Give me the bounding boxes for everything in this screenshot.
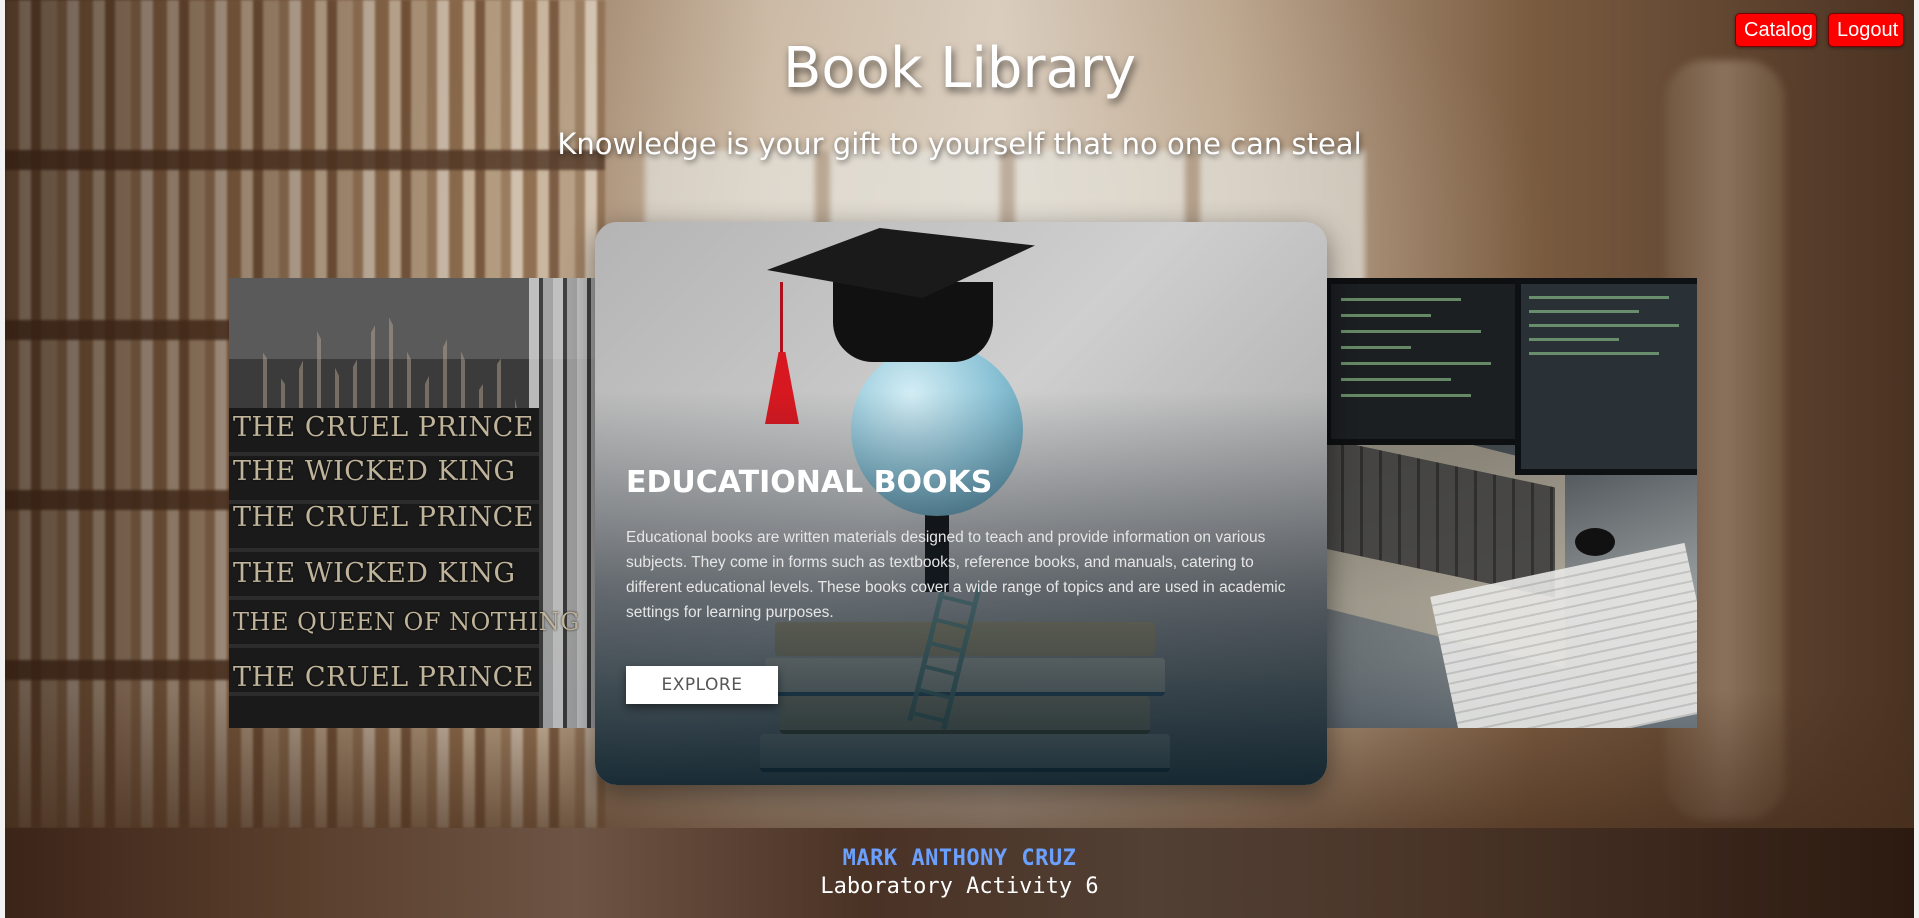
code-line xyxy=(1529,296,1669,299)
book-spine-title: THE WICKED KING xyxy=(233,456,516,487)
book-spines-image: THE CRUEL PRINCE THE WICKED KING THE CRU… xyxy=(229,408,580,728)
book-spine-title: THE CRUEL PRINCE xyxy=(233,412,534,443)
mouse-image xyxy=(1575,528,1615,556)
book-spine-title: THE QUEEN OF NOTHING xyxy=(233,608,580,636)
code-line xyxy=(1341,314,1431,317)
code-line xyxy=(1341,378,1451,381)
hero-section: Book Library Knowledge is your gift to y… xyxy=(5,0,1914,828)
author-name: MARK ANTHONY CRUZ xyxy=(842,846,1077,871)
book-spine-title: THE CRUEL PRINCE xyxy=(233,662,534,693)
slide-image-shelf xyxy=(529,278,599,728)
code-line xyxy=(1341,346,1411,349)
explore-button[interactable]: EXPLORE xyxy=(626,666,778,704)
footer: MARK ANTHONY CRUZ Laboratory Activity 6 xyxy=(5,828,1914,918)
monitor-image xyxy=(1515,278,1697,475)
code-line xyxy=(1529,338,1619,341)
page-tagline: Knowledge is your gift to yourself that … xyxy=(557,127,1362,161)
activity-label: Laboratory Activity 6 xyxy=(820,874,1099,899)
slide-title: EDUCATIONAL BOOKS xyxy=(626,465,993,500)
carousel-slide-active: EDUCATIONAL BOOKS Educational books are … xyxy=(595,222,1327,785)
code-line xyxy=(1341,362,1491,365)
code-line xyxy=(1529,310,1639,313)
code-line xyxy=(1341,298,1461,301)
code-line xyxy=(1529,352,1659,355)
book-spine-title: THE WICKED KING xyxy=(233,558,516,589)
carousel-slide-previous[interactable]: THE CRUEL PRINCE THE WICKED KING THE CRU… xyxy=(229,278,599,728)
slide-description: Educational books are written materials … xyxy=(626,529,1286,621)
crown-image xyxy=(249,308,519,418)
page-title: Book Library xyxy=(783,36,1136,101)
laptop-screen-image xyxy=(1325,278,1537,445)
code-line xyxy=(1341,394,1471,397)
catalog-button[interactable]: Catalog xyxy=(1735,13,1817,47)
code-line xyxy=(1529,324,1679,327)
page: Book Library Knowledge is your gift to y… xyxy=(5,0,1914,918)
logout-button[interactable]: Logout xyxy=(1828,13,1904,47)
carousel-slide-next[interactable] xyxy=(1325,278,1697,728)
code-line xyxy=(1341,330,1481,333)
book-spine-title: THE CRUEL PRINCE xyxy=(233,502,534,533)
